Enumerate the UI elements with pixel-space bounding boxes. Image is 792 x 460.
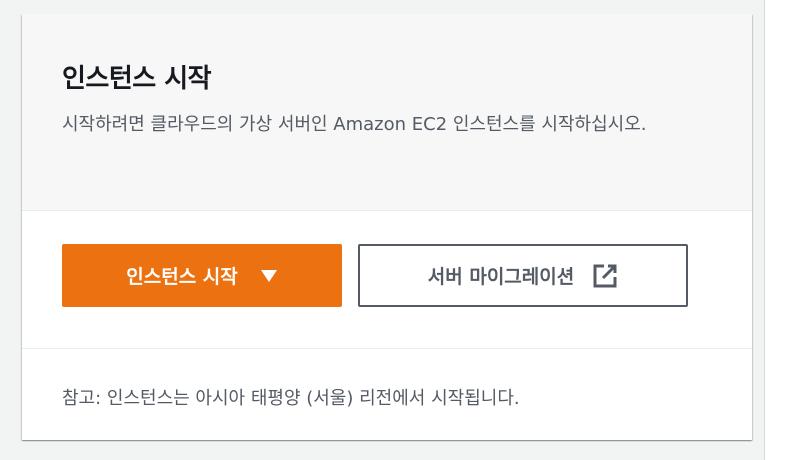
- adjacent-panel-edge: [764, 0, 792, 460]
- region-note: 참고: 인스턴스는 아시아 태평양 (서울) 리전에서 시작됩니다.: [62, 388, 520, 409]
- caret-down-icon[interactable]: [260, 269, 278, 283]
- launch-instance-button[interactable]: 인스턴스 시작: [62, 244, 342, 307]
- external-link-icon: [593, 264, 617, 287]
- launch-instance-button-label: 인스턴스 시작: [126, 266, 238, 288]
- launch-instance-card: 인스턴스 시작 시작하려면 클라우드의 가상 서버인 Amazon EC2 인스…: [22, 14, 752, 440]
- server-migration-button-label: 서버 마이그레이션: [427, 266, 575, 288]
- card-title: 인스턴스 시작: [62, 64, 212, 94]
- card-description: 시작하려면 클라우드의 가상 서버인 Amazon EC2 인스턴스를 시작하십…: [62, 114, 647, 135]
- card-actions: 인스턴스 시작 서버 마이그레이션: [22, 212, 752, 349]
- card-header: 인스턴스 시작 시작하려면 클라우드의 가상 서버인 Amazon EC2 인스…: [22, 14, 752, 211]
- server-migration-button[interactable]: 서버 마이그레이션: [358, 244, 688, 307]
